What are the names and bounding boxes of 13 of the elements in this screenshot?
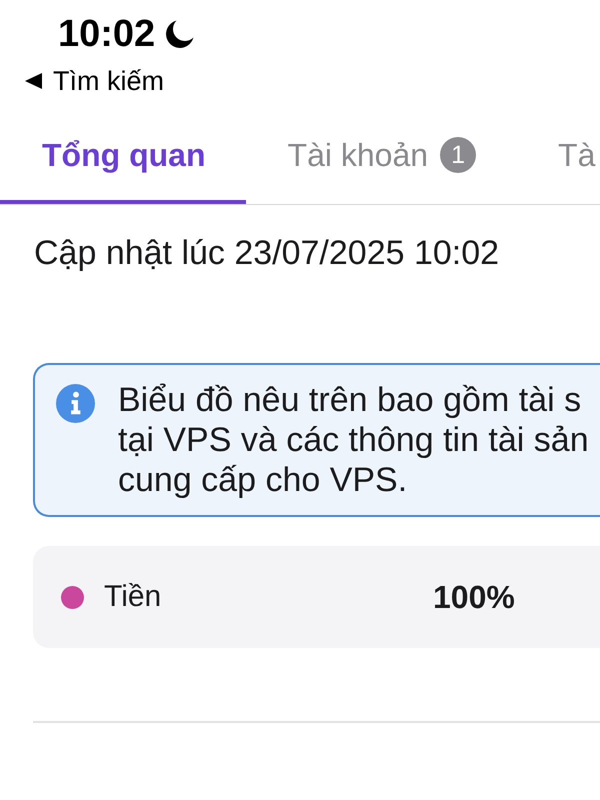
moon-icon (165, 20, 194, 48)
asset-percent: 100% (433, 578, 516, 616)
info-icon (56, 384, 95, 423)
info-text: Biểu đồ nêu trên bao gồm tài s tại VPS và các thông tin tài sản cung cấp cho VPS. (118, 380, 589, 500)
updated-time-text: Cập nhật lúc 23/07/2025 10:02 (34, 233, 500, 273)
asset-name: Tiền (104, 580, 162, 614)
count-badge: 1 (440, 137, 476, 173)
tab[interactable]: Tà (516, 110, 600, 204)
tab[interactable]: Tổng quan (0, 110, 246, 204)
back-button[interactable]: Tìm kiếm (25, 66, 164, 96)
back-icon (25, 73, 42, 89)
tab[interactable]: Tài khoản 1 (246, 110, 516, 204)
status-time: 10:02 (58, 14, 156, 54)
